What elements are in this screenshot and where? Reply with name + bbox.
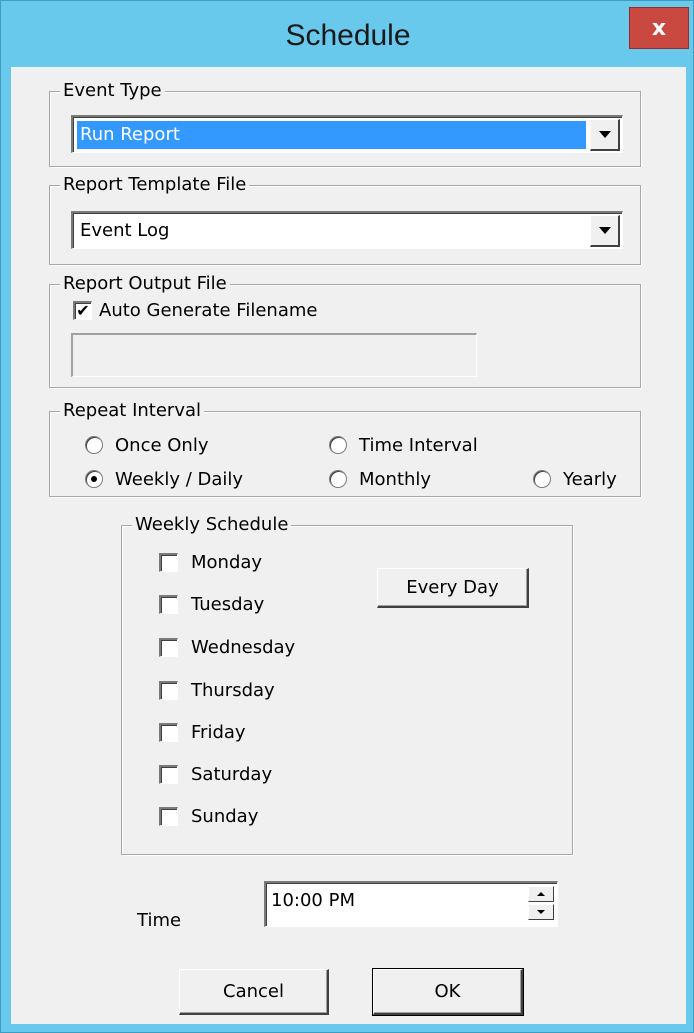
event-type-label: Event Type — [60, 79, 165, 103]
time-label: Time — [137, 910, 182, 931]
radio-monthly[interactable] — [329, 470, 347, 488]
ok-button[interactable]: OK — [372, 968, 524, 1016]
radio-once-only-label: Once Only — [115, 435, 209, 456]
output-filename-field[interactable] — [71, 333, 477, 377]
ok-button-label: OK — [434, 981, 461, 1002]
day-label-saturday: Saturday — [191, 764, 273, 785]
chevron-down-icon — [598, 227, 611, 234]
report-template-dropdown-button[interactable] — [590, 215, 620, 247]
cancel-button[interactable]: Cancel — [179, 969, 329, 1015]
event-type-dropdown-button[interactable] — [590, 119, 620, 151]
day-checkbox-friday[interactable] — [159, 723, 178, 742]
radio-once-only[interactable] — [85, 436, 103, 454]
radio-yearly[interactable] — [533, 470, 551, 488]
radio-time-interval-label: Time Interval — [359, 435, 478, 456]
time-value: 10:00 PM — [271, 890, 355, 911]
auto-generate-label: Auto Generate Filename — [99, 300, 318, 321]
day-checkbox-monday[interactable] — [159, 553, 178, 572]
auto-generate-checkbox[interactable]: ✔ — [73, 301, 92, 320]
report-template-select[interactable]: Event Log — [71, 211, 623, 249]
radio-weekly-daily-label: Weekly / Daily — [115, 469, 244, 490]
day-checkbox-sunday[interactable] — [159, 807, 178, 826]
day-checkbox-thursday[interactable] — [159, 681, 178, 700]
close-icon: x — [651, 15, 667, 41]
cancel-button-label: Cancel — [223, 981, 284, 1002]
time-spinner[interactable]: 10:00 PM — [264, 881, 558, 927]
radio-weekly-daily[interactable] — [85, 470, 103, 488]
checkmark-icon: ✔ — [76, 301, 90, 320]
report-template-value: Event Log — [80, 220, 170, 241]
window-title: Schedule — [285, 19, 411, 52]
close-button[interactable]: x — [629, 7, 689, 49]
day-label-sunday: Sunday — [191, 806, 259, 827]
weekly-schedule-label: Weekly Schedule — [132, 513, 292, 537]
time-increment-button[interactable] — [528, 886, 554, 902]
repeat-interval-label: Repeat Interval — [60, 399, 205, 423]
day-label-friday: Friday — [191, 722, 246, 743]
dialog-client-area: Event Type Run Report Report Template Fi… — [11, 67, 686, 1024]
day-label-wednesday: Wednesday — [191, 637, 296, 658]
arrow-down-icon — [537, 910, 545, 914]
event-type-value: Run Report — [77, 121, 586, 149]
radio-selected-dot-icon — [91, 476, 97, 482]
day-label-monday: Monday — [191, 552, 263, 573]
radio-yearly-label: Yearly — [563, 469, 617, 490]
every-day-button[interactable]: Every Day — [377, 568, 529, 608]
day-label-thursday: Thursday — [191, 680, 275, 701]
radio-time-interval[interactable] — [329, 436, 347, 454]
event-type-select[interactable]: Run Report — [71, 115, 623, 153]
schedule-dialog: Schedule x Event Type Run Report Report … — [0, 0, 694, 1033]
report-template-label: Report Template File — [60, 173, 250, 197]
every-day-button-label: Every Day — [406, 577, 499, 598]
day-checkbox-tuesday[interactable] — [159, 595, 178, 614]
radio-monthly-label: Monthly — [359, 469, 432, 490]
report-output-label: Report Output File — [60, 272, 230, 296]
day-label-tuesday: Tuesday — [191, 594, 265, 615]
chevron-down-icon — [598, 131, 611, 138]
day-checkbox-saturday[interactable] — [159, 765, 178, 784]
day-checkbox-wednesday[interactable] — [159, 638, 178, 657]
time-decrement-button[interactable] — [528, 904, 554, 920]
arrow-up-icon — [537, 892, 545, 896]
